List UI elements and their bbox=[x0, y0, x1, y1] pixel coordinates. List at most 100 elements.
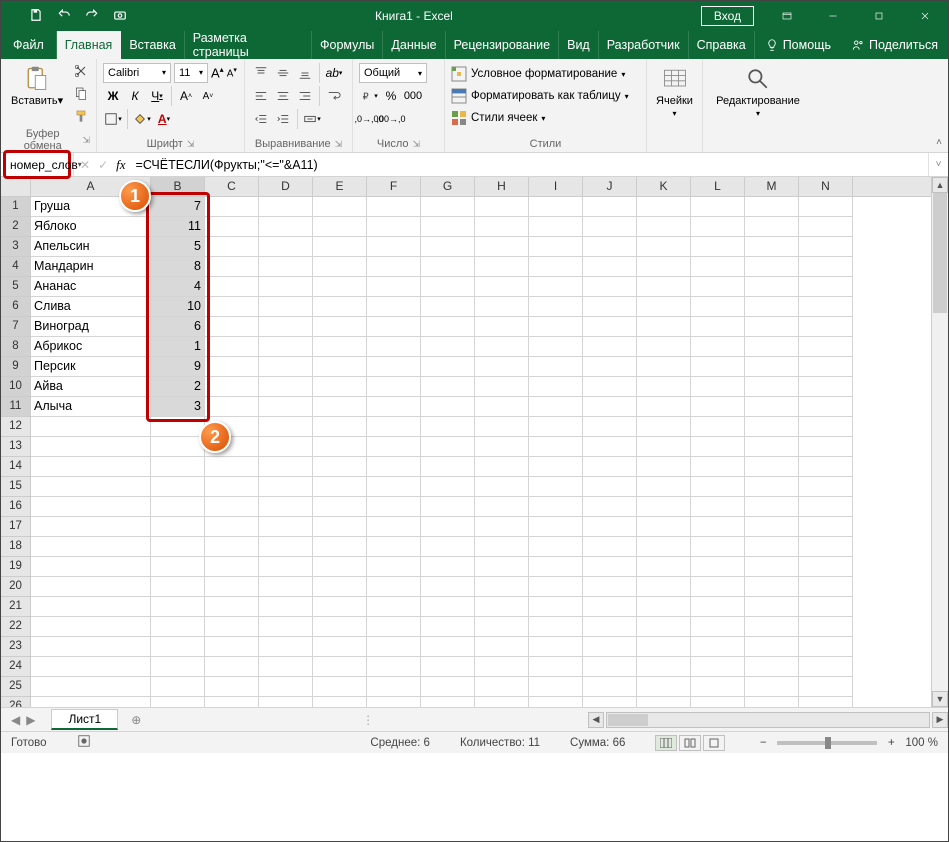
orientation-icon[interactable]: ab▾ bbox=[324, 63, 344, 83]
cell[interactable] bbox=[313, 577, 367, 597]
cell[interactable] bbox=[313, 237, 367, 257]
cell[interactable] bbox=[313, 257, 367, 277]
cell[interactable] bbox=[205, 637, 259, 657]
cell[interactable] bbox=[205, 677, 259, 697]
row-header[interactable]: 22 bbox=[1, 617, 31, 637]
cell[interactable] bbox=[799, 557, 853, 577]
cell[interactable] bbox=[31, 417, 151, 437]
cell[interactable] bbox=[421, 397, 475, 417]
cell[interactable] bbox=[205, 617, 259, 637]
cell[interactable] bbox=[529, 197, 583, 217]
cell[interactable] bbox=[529, 277, 583, 297]
cell[interactable]: Айва bbox=[31, 377, 151, 397]
cell[interactable] bbox=[421, 697, 475, 707]
cell[interactable] bbox=[259, 617, 313, 637]
cell[interactable] bbox=[529, 257, 583, 277]
cell[interactable] bbox=[529, 437, 583, 457]
cell[interactable] bbox=[637, 597, 691, 617]
cell[interactable]: Персик bbox=[31, 357, 151, 377]
cell[interactable] bbox=[799, 237, 853, 257]
cell[interactable] bbox=[745, 497, 799, 517]
cell[interactable] bbox=[475, 357, 529, 377]
decrease-decimal-icon[interactable]: ,00→,0 bbox=[381, 109, 401, 129]
cell[interactable] bbox=[421, 477, 475, 497]
cell[interactable] bbox=[205, 557, 259, 577]
row-header[interactable]: 9 bbox=[1, 357, 31, 377]
launcher-icon[interactable]: ⇲ bbox=[187, 139, 195, 150]
cell[interactable]: 5 bbox=[151, 237, 205, 257]
cell[interactable] bbox=[799, 217, 853, 237]
cell[interactable] bbox=[313, 537, 367, 557]
cell[interactable] bbox=[313, 277, 367, 297]
hscroll-left-icon[interactable]: ◀ bbox=[588, 712, 604, 728]
cell[interactable] bbox=[205, 197, 259, 217]
sheet-tab[interactable]: Лист1 bbox=[51, 709, 118, 730]
cell[interactable] bbox=[529, 357, 583, 377]
cell[interactable] bbox=[313, 557, 367, 577]
cell[interactable]: 6 bbox=[151, 317, 205, 337]
cell[interactable] bbox=[637, 257, 691, 277]
cell[interactable] bbox=[799, 337, 853, 357]
cell[interactable] bbox=[367, 357, 421, 377]
cell[interactable] bbox=[799, 537, 853, 557]
cell[interactable] bbox=[367, 317, 421, 337]
row-header[interactable]: 21 bbox=[1, 597, 31, 617]
row-header[interactable]: 12 bbox=[1, 417, 31, 437]
cell[interactable] bbox=[31, 677, 151, 697]
cell[interactable] bbox=[259, 397, 313, 417]
cell[interactable] bbox=[691, 637, 745, 657]
zoom-in-icon[interactable]: + bbox=[883, 737, 899, 749]
cell[interactable] bbox=[259, 297, 313, 317]
cell[interactable] bbox=[637, 557, 691, 577]
cell[interactable] bbox=[637, 297, 691, 317]
cell[interactable] bbox=[529, 457, 583, 477]
cell[interactable] bbox=[799, 477, 853, 497]
login-button[interactable]: Вход bbox=[701, 6, 754, 26]
cell[interactable] bbox=[529, 537, 583, 557]
cell[interactable] bbox=[259, 337, 313, 357]
redo-icon[interactable] bbox=[85, 8, 99, 25]
cell[interactable] bbox=[313, 377, 367, 397]
cell[interactable]: Апельсин bbox=[31, 237, 151, 257]
cell[interactable] bbox=[691, 317, 745, 337]
cell[interactable] bbox=[205, 237, 259, 257]
cell[interactable]: Ананас bbox=[31, 277, 151, 297]
cell[interactable] bbox=[151, 477, 205, 497]
cell[interactable] bbox=[367, 337, 421, 357]
cell[interactable] bbox=[259, 257, 313, 277]
row-header[interactable]: 23 bbox=[1, 637, 31, 657]
cell[interactable] bbox=[259, 657, 313, 677]
close-button[interactable] bbox=[902, 1, 948, 31]
cell[interactable] bbox=[313, 317, 367, 337]
cell[interactable] bbox=[313, 197, 367, 217]
align-middle-icon[interactable] bbox=[273, 63, 293, 83]
cell[interactable] bbox=[691, 277, 745, 297]
tab-layout[interactable]: Разметка страницы bbox=[185, 31, 312, 59]
cell[interactable] bbox=[691, 677, 745, 697]
undo-icon[interactable] bbox=[57, 8, 71, 25]
cell[interactable] bbox=[313, 657, 367, 677]
cell[interactable] bbox=[367, 457, 421, 477]
cell[interactable] bbox=[583, 637, 637, 657]
tab-insert[interactable]: Вставка bbox=[121, 31, 184, 59]
cell[interactable] bbox=[799, 617, 853, 637]
cell[interactable] bbox=[31, 477, 151, 497]
sheet-next-icon[interactable]: ▶ bbox=[26, 713, 35, 727]
cell[interactable] bbox=[529, 497, 583, 517]
cell[interactable] bbox=[475, 457, 529, 477]
cell[interactable] bbox=[745, 417, 799, 437]
cell[interactable] bbox=[799, 257, 853, 277]
cell[interactable] bbox=[745, 597, 799, 617]
cell[interactable] bbox=[31, 437, 151, 457]
row-header[interactable]: 8 bbox=[1, 337, 31, 357]
cell[interactable] bbox=[475, 317, 529, 337]
cell[interactable] bbox=[31, 457, 151, 477]
cell[interactable] bbox=[475, 637, 529, 657]
cell[interactable] bbox=[313, 617, 367, 637]
cell[interactable] bbox=[475, 377, 529, 397]
cell[interactable] bbox=[745, 457, 799, 477]
cell[interactable] bbox=[691, 457, 745, 477]
row-header[interactable]: 4 bbox=[1, 257, 31, 277]
cell[interactable] bbox=[31, 637, 151, 657]
cell[interactable] bbox=[259, 557, 313, 577]
